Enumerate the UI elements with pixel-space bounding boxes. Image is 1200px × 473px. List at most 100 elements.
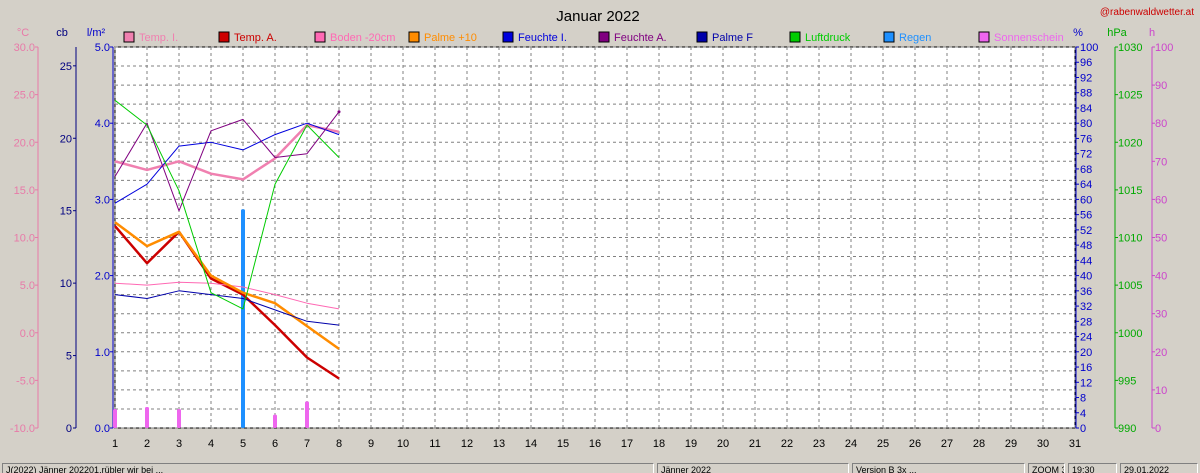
press-tick-label: 990 — [1118, 423, 1136, 435]
x-tick-label: 11 — [429, 438, 440, 450]
hum-tick-label: 24 — [1080, 332, 1092, 344]
x-tick-label: 22 — [781, 438, 793, 450]
cb-axis-unit: cb — [56, 27, 68, 39]
hum-tick-label: 84 — [1080, 103, 1092, 115]
sun-tick-label: 40 — [1155, 271, 1167, 283]
legend-swatch — [218, 31, 230, 43]
data-point — [337, 110, 341, 114]
legend-swatch — [789, 31, 801, 43]
legend-swatch — [598, 31, 610, 43]
cb-tick-label: 25 — [60, 61, 72, 73]
temp-tick-label: -5.0 — [16, 375, 35, 387]
sun-tick-label: 60 — [1155, 194, 1167, 206]
x-tick-label: 18 — [653, 438, 665, 450]
hum-tick-label: 100 — [1080, 42, 1098, 54]
hum-axis-unit: % — [1073, 27, 1083, 39]
status-bar: J(2022) Jänner 202201.rübler wir bei ...… — [0, 463, 1200, 473]
hum-tick-label: 64 — [1080, 179, 1092, 191]
legend-swatch — [696, 31, 708, 43]
legend-label: Luftdruck — [805, 32, 851, 44]
legend-swatch — [314, 31, 326, 43]
bar-sonnenschein — [273, 414, 277, 428]
sun-tick-label: 20 — [1155, 347, 1167, 359]
x-tick-label: 12 — [461, 438, 473, 450]
hum-tick-label: 96 — [1080, 57, 1092, 69]
hum-tick-label: 36 — [1080, 286, 1092, 298]
bar-sonnenschein — [305, 401, 309, 428]
temp-tick-label: 0.0 — [20, 328, 35, 340]
hum-tick-label: 76 — [1080, 133, 1092, 145]
status-cell: Jänner 2022 — [657, 463, 849, 473]
hum-tick-label: 8 — [1080, 393, 1086, 405]
hum-tick-label: 72 — [1080, 149, 1092, 161]
legend-swatch — [123, 31, 135, 43]
legend-label: Palme F — [712, 32, 753, 44]
x-tick-label: 7 — [304, 438, 310, 450]
status-cell: ZOOM 3 — [1028, 463, 1065, 473]
press-tick-label: 1015 — [1118, 185, 1142, 197]
press-axis-unit: hPa — [1107, 27, 1127, 39]
hum-tick-label: 20 — [1080, 347, 1092, 359]
legend-label: Temp. I. — [139, 32, 178, 44]
x-tick-label: 30 — [1037, 438, 1049, 450]
watermark: @rabenwaldwetter.at — [1100, 7, 1194, 18]
x-tick-label: 29 — [1005, 438, 1017, 450]
bar-sonnenschein — [145, 407, 149, 428]
x-tick-label: 10 — [397, 438, 409, 450]
press-tick-label: 1010 — [1118, 233, 1142, 245]
legend-label: Feuchte A. — [614, 32, 667, 44]
legend-swatch — [502, 31, 514, 43]
hum-tick-label: 44 — [1080, 255, 1092, 267]
x-tick-label: 17 — [621, 438, 633, 450]
rain-tick-label: 5.0 — [95, 42, 110, 54]
rain-tick-label: 1.0 — [95, 347, 110, 359]
hum-tick-label: 52 — [1080, 225, 1092, 237]
x-tick-label: 5 — [240, 438, 246, 450]
chart-title: Januar 2022 — [556, 8, 639, 25]
status-cell: J(2022) Jänner 202201.rübler wir bei ... — [2, 463, 654, 473]
x-tick-label: 2 — [144, 438, 150, 450]
weather-chart-window: Januar 2022 @rabenwaldwetter.at °C 30.0 25… — [0, 0, 1200, 473]
status-cell: 19:30 — [1068, 463, 1117, 473]
sun-tick-label: 0 — [1155, 423, 1161, 435]
legend-swatch — [883, 31, 895, 43]
legend-label: Sonnenschein — [994, 32, 1064, 44]
hum-tick-label: 12 — [1080, 377, 1092, 389]
x-tick-label: 28 — [973, 438, 985, 450]
sun-tick-label: 10 — [1155, 385, 1167, 397]
x-tick-label: 3 — [176, 438, 182, 450]
status-cell: Version B 3x ... — [852, 463, 1025, 473]
legend-label: Temp. A. — [234, 32, 277, 44]
temp-tick-label: 10.0 — [14, 233, 35, 245]
hum-tick-label: 4 — [1080, 408, 1086, 420]
press-tick-label: 1030 — [1118, 42, 1142, 54]
sun-tick-label: 90 — [1155, 80, 1167, 92]
x-tick-label: 23 — [813, 438, 825, 450]
rain-tick-label: 0.0 — [95, 423, 110, 435]
cb-tick-label: 0 — [66, 423, 72, 435]
hum-tick-label: 32 — [1080, 301, 1092, 313]
hum-tick-label: 40 — [1080, 271, 1092, 283]
x-tick-label: 9 — [368, 438, 374, 450]
press-tick-label: 1000 — [1118, 328, 1142, 340]
temp-tick-label: 5.0 — [20, 280, 35, 292]
rain-tick-label: 2.0 — [95, 271, 110, 283]
hum-tick-label: 56 — [1080, 210, 1092, 222]
hum-tick-label: 60 — [1080, 194, 1092, 206]
bar-sonnenschein — [113, 408, 117, 428]
x-tick-label: 19 — [685, 438, 697, 450]
cb-tick-label: 20 — [60, 133, 72, 145]
x-tick-label: 14 — [525, 438, 537, 450]
x-tick-label: 15 — [557, 438, 569, 450]
sun-tick-label: 80 — [1155, 118, 1167, 130]
x-tick-label: 4 — [208, 438, 214, 450]
grid — [114, 46, 1076, 429]
legend-swatch — [408, 31, 420, 43]
cb-tick-label: 15 — [60, 206, 72, 218]
hum-tick-label: 88 — [1080, 88, 1092, 100]
status-cell: 29.01.2022 — [1120, 463, 1198, 473]
weather-chart: Januar 2022 @rabenwaldwetter.at °C30.025… — [0, 0, 1200, 463]
x-tick-label: 8 — [336, 438, 342, 450]
hum-tick-label: 68 — [1080, 164, 1092, 176]
x-tick-label: 21 — [749, 438, 761, 450]
